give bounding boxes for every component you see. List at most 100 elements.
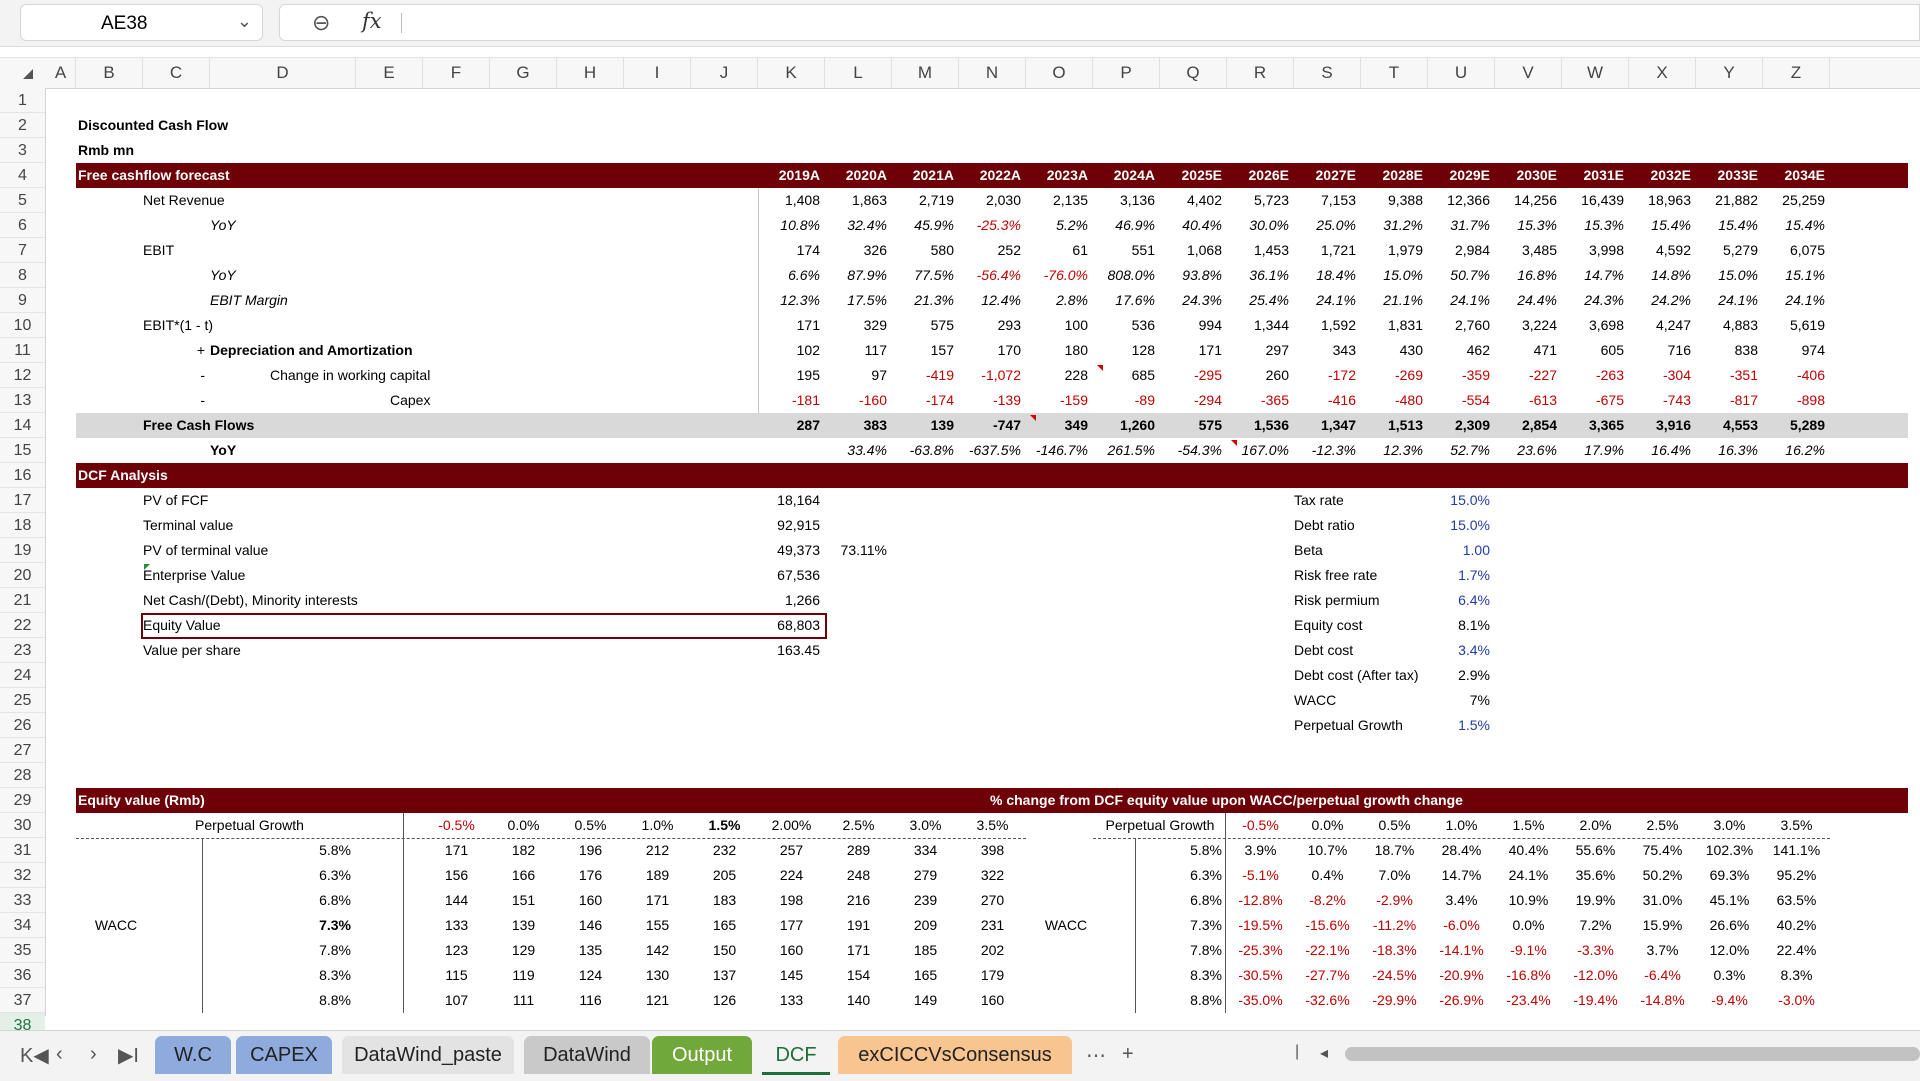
row-header-22[interactable]: 22 <box>0 613 45 638</box>
tab-output[interactable]: Output <box>652 1036 752 1074</box>
formula-bar[interactable]: ⊖ fx <box>279 4 1920 41</box>
row-header-23[interactable]: 23 <box>0 638 45 663</box>
row-header-15[interactable]: 15 <box>0 438 45 463</box>
row-header-26[interactable]: 26 <box>0 713 45 738</box>
function-icon[interactable]: fx <box>362 9 382 33</box>
column-header-a[interactable]: A <box>46 58 76 88</box>
row-header-17[interactable]: 17 <box>0 488 45 513</box>
select-all-corner[interactable] <box>0 58 45 88</box>
forecast-value: 15.0% <box>1718 267 1758 283</box>
scroll-left-icon[interactable]: ◂ <box>1320 1043 1328 1063</box>
chevron-down-icon[interactable]: ⌄ <box>237 11 252 32</box>
row-header-28[interactable]: 28 <box>0 763 45 788</box>
column-header-j[interactable]: J <box>691 58 758 88</box>
row-header-21[interactable]: 21 <box>0 588 45 613</box>
tab-exciccvsconsensus[interactable]: exCICCVsConsensus <box>838 1036 1072 1074</box>
last-sheet-icon[interactable]: ▶I <box>118 1043 139 1068</box>
row-header-34[interactable]: 34 <box>0 913 45 938</box>
column-header-w[interactable]: W <box>1562 58 1629 88</box>
row-header-33[interactable]: 33 <box>0 888 45 913</box>
column-header-t[interactable]: T <box>1361 58 1428 88</box>
column-header-m[interactable]: M <box>892 58 959 88</box>
tab-datawind[interactable]: DataWind <box>524 1036 650 1074</box>
column-header-l[interactable]: L <box>825 58 892 88</box>
row-header-29[interactable]: 29 <box>0 788 45 813</box>
forecast-value: -181 <box>791 392 820 408</box>
horizontal-scrollbar[interactable] <box>1345 1047 1920 1061</box>
row-header-4[interactable]: 4 <box>0 163 45 188</box>
forecast-value: 15.4% <box>1785 217 1825 233</box>
prev-sheet-icon[interactable]: ‹ <box>56 1043 63 1066</box>
column-header-x[interactable]: X <box>1629 58 1696 88</box>
tab-capex[interactable]: CAPEX <box>236 1036 332 1074</box>
column-header-y[interactable]: Y <box>1696 58 1763 88</box>
year-header: 2027E <box>1315 167 1356 183</box>
row-header-8[interactable]: 8 <box>0 263 45 288</box>
column-header-g[interactable]: G <box>490 58 557 88</box>
add-sheet-icon[interactable]: + <box>1122 1043 1134 1066</box>
row-header-37[interactable]: 37 <box>0 988 45 1013</box>
next-sheet-icon[interactable]: › <box>90 1043 97 1066</box>
column-header-v[interactable]: V <box>1495 58 1562 88</box>
column-header-e[interactable]: E <box>356 58 423 88</box>
tab-dcf[interactable]: DCF <box>762 1036 830 1074</box>
forecast-value: 297 <box>1265 342 1289 358</box>
row-header-32[interactable]: 32 <box>0 863 45 888</box>
column-header-d[interactable]: D <box>210 58 356 88</box>
more-sheets-icon[interactable]: ⋯ <box>1086 1043 1106 1068</box>
row-header-6[interactable]: 6 <box>0 213 45 238</box>
forecast-value: 2,760 <box>1454 317 1490 333</box>
column-header-i[interactable]: I <box>624 58 691 88</box>
forecast-value: 25.0% <box>1316 217 1356 233</box>
row-header-3[interactable]: 3 <box>0 138 45 163</box>
row-header-25[interactable]: 25 <box>0 688 45 713</box>
column-header-z[interactable]: Z <box>1763 58 1830 88</box>
column-header-s[interactable]: S <box>1294 58 1361 88</box>
column-header-o[interactable]: O <box>1026 58 1093 88</box>
row-header-18[interactable]: 18 <box>0 513 45 538</box>
row-header-7[interactable]: 7 <box>0 238 45 263</box>
row-header-14[interactable]: 14 <box>0 413 45 438</box>
row-header-5[interactable]: 5 <box>0 188 45 213</box>
row-header-11[interactable]: 11 <box>0 338 45 363</box>
forecast-value: 5,619 <box>1789 317 1825 333</box>
row-header-24[interactable]: 24 <box>0 663 45 688</box>
forecast-value: 4,553 <box>1722 417 1758 433</box>
wacc-value: 8.8% <box>319 992 351 1008</box>
row-header-31[interactable]: 31 <box>0 838 45 863</box>
zoom-out-icon[interactable]: ⊖ <box>312 10 330 36</box>
row-header-30[interactable]: 30 <box>0 813 45 838</box>
column-header-p[interactable]: P <box>1093 58 1160 88</box>
sensitivity-value: 198 <box>779 892 804 908</box>
row-header-13[interactable]: 13 <box>0 388 45 413</box>
sensitivity-value: 10.7% <box>1307 842 1348 858</box>
row-header-35[interactable]: 35 <box>0 938 45 963</box>
row-header-20[interactable]: 20 <box>0 563 45 588</box>
column-header-k[interactable]: K <box>758 58 825 88</box>
name-box[interactable]: AE38 ⌄ <box>20 4 263 41</box>
column-header-q[interactable]: Q <box>1160 58 1227 88</box>
first-sheet-icon[interactable]: K◀ <box>20 1043 49 1068</box>
sign-symbol: + <box>196 342 205 358</box>
tab-datawind-paste[interactable]: DataWind_paste <box>342 1036 514 1074</box>
row-header-16[interactable]: 16 <box>0 463 45 488</box>
row-header-12[interactable]: 12 <box>0 363 45 388</box>
column-header-n[interactable]: N <box>959 58 1026 88</box>
tab-w-c[interactable]: W.C <box>155 1036 231 1074</box>
column-header-f[interactable]: F <box>423 58 490 88</box>
column-header-c[interactable]: C <box>143 58 210 88</box>
column-header-h[interactable]: H <box>557 58 624 88</box>
column-header-u[interactable]: U <box>1428 58 1495 88</box>
forecast-value: 31.7% <box>1450 217 1490 233</box>
column-header-r[interactable]: R <box>1227 58 1294 88</box>
row-header-9[interactable]: 9 <box>0 288 45 313</box>
spreadsheet-grid[interactable]: Discounted Cash Flow Rmb mn Free cashflow … <box>46 88 1920 1016</box>
forecast-value: 50.7% <box>1450 267 1490 283</box>
row-header-27[interactable]: 27 <box>0 738 45 763</box>
row-header-36[interactable]: 36 <box>0 963 45 988</box>
row-header-10[interactable]: 10 <box>0 313 45 338</box>
row-header-1[interactable]: 1 <box>0 88 45 113</box>
row-header-2[interactable]: 2 <box>0 113 45 138</box>
column-header-b[interactable]: B <box>76 58 143 88</box>
row-header-19[interactable]: 19 <box>0 538 45 563</box>
